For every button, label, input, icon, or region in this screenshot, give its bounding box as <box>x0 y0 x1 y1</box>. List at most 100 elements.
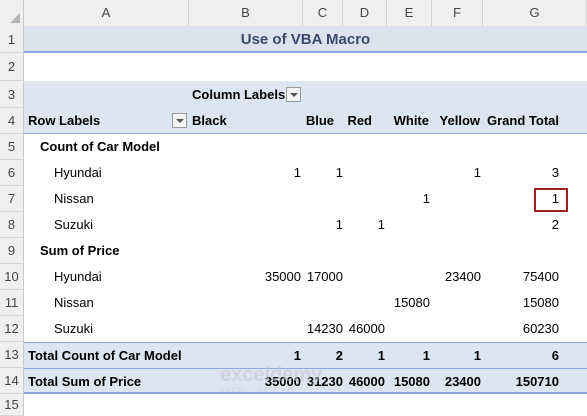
cell-yellow <box>430 212 481 238</box>
row-header-10[interactable]: 10 <box>0 264 24 290</box>
cell-yellow <box>430 316 481 342</box>
row-label: Suzuki <box>54 217 94 232</box>
cell-yellow: 1 <box>473 165 481 180</box>
column-labels-filter-dropdown[interactable] <box>286 87 301 102</box>
cell-red <box>343 186 385 212</box>
cell-yellow: 1 <box>473 348 481 363</box>
cell-blue: 1 <box>335 217 343 232</box>
cell-red: 46000 <box>348 321 385 336</box>
table-row: Nissan 15080 15080 <box>24 290 587 316</box>
table-row: Hyundai 1 1 1 3 <box>24 160 587 186</box>
count-group-label: Count of Car Model <box>40 139 160 154</box>
sum-group-label: Sum of Price <box>40 243 120 258</box>
cell-yellow <box>430 186 481 212</box>
row-header-7[interactable]: 7 <box>0 186 24 212</box>
cell-white <box>385 264 430 290</box>
cell-red <box>343 290 385 316</box>
cell-black <box>224 290 301 316</box>
row-header-5[interactable]: 5 <box>0 134 24 160</box>
cell-white: 15080 <box>393 295 430 310</box>
row-label: Suzuki <box>54 321 94 336</box>
cell-red: 46000 <box>348 374 385 389</box>
cell-grand-total: 75400 <box>522 269 559 284</box>
cell-black <box>224 316 301 342</box>
cell-red: 1 <box>377 348 385 363</box>
column-header-b[interactable]: B <box>189 0 303 26</box>
cell-blue <box>303 290 343 316</box>
cell-black <box>224 186 301 212</box>
row-header-8[interactable]: 8 <box>0 212 24 238</box>
row-header-1[interactable]: 1 <box>0 26 24 53</box>
cell-white: 15080 <box>393 374 430 389</box>
column-header-d[interactable]: D <box>343 0 387 26</box>
cell-red <box>343 264 385 290</box>
watermark-logo: exceldemy EXCEL · DATA · BI <box>220 364 322 394</box>
cell-grand-total: 15080 <box>522 295 559 310</box>
column-header-c[interactable]: C <box>303 0 343 26</box>
column-header-g[interactable]: G <box>483 0 587 26</box>
sheet-title[interactable]: Use of VBA Macro <box>24 26 587 53</box>
row-header-4[interactable]: 4 <box>0 108 24 134</box>
row-header-12[interactable]: 12 <box>0 316 24 342</box>
cell-blue: 17000 <box>306 269 343 284</box>
total-count-label: Total Count of Car Model <box>28 348 182 363</box>
column-header-a[interactable]: A <box>24 0 189 26</box>
sum-group-row: Sum of Price <box>24 238 587 264</box>
cell-white <box>385 212 430 238</box>
cell-grand-total: 3 <box>551 165 559 180</box>
row-header-2[interactable]: 2 <box>0 53 24 81</box>
cell-yellow: 23400 <box>444 269 481 284</box>
select-all-corner[interactable] <box>0 0 24 26</box>
header-yellow: Yellow <box>439 113 480 128</box>
row-header-3[interactable]: 3 <box>0 81 24 108</box>
column-header-f[interactable]: F <box>432 0 483 26</box>
cell-black <box>224 212 301 238</box>
row-header-15[interactable]: 15 <box>0 394 24 416</box>
header-white: White <box>393 113 429 128</box>
cell-white <box>385 316 430 342</box>
cell-white <box>385 160 430 186</box>
cell-black: 1 <box>293 165 301 180</box>
cell-yellow <box>430 290 481 316</box>
row-header-6[interactable]: 6 <box>0 160 24 186</box>
row-labels-header: Row Labels <box>28 113 101 128</box>
header-black: Black <box>192 113 227 128</box>
column-header-bar: A B C D E F G <box>0 0 587 27</box>
cell-grand-total: 2 <box>551 217 559 232</box>
cell-blue: 1 <box>335 165 343 180</box>
count-group-row: Count of Car Model <box>24 134 587 160</box>
cell-grand-total: 6 <box>551 348 559 363</box>
watermark-name: exceldemy <box>220 364 323 386</box>
row-label: Nissan <box>54 191 94 206</box>
cell-black: 35000 <box>264 269 301 284</box>
row-header-9[interactable]: 9 <box>0 238 24 264</box>
cell-red <box>343 160 385 186</box>
row-labels-filter-dropdown[interactable] <box>172 113 187 128</box>
pivot-column-labels-row: Column Labels <box>24 81 587 108</box>
row-header-13[interactable]: 13 <box>0 342 24 368</box>
row-label: Hyundai <box>54 269 102 284</box>
header-red: Red <box>347 113 372 128</box>
cell-grand-total: 150710 <box>515 374 559 389</box>
row-label: Hyundai <box>54 165 102 180</box>
cell-blue: 14230 <box>306 321 343 336</box>
column-header-e[interactable]: E <box>387 0 432 26</box>
cell-grand-total: 60230 <box>522 321 559 336</box>
row-header-11[interactable]: 11 <box>0 290 24 316</box>
header-grand-total: Grand Total <box>487 113 559 128</box>
cell-red: 1 <box>377 217 385 232</box>
row-header-14[interactable]: 14 <box>0 368 24 394</box>
cell-white: 1 <box>422 348 430 363</box>
header-blue: Blue <box>305 113 334 128</box>
total-sum-label: Total Sum of Price <box>28 374 142 389</box>
cell-white: 1 <box>422 191 430 206</box>
table-row: Suzuki 1 1 2 <box>24 212 587 238</box>
column-labels-header: Column Labels <box>192 87 286 102</box>
cell-blue <box>303 186 343 212</box>
table-row: Suzuki 14230 46000 60230 <box>24 316 587 342</box>
table-row: Hyundai 35000 17000 23400 75400 <box>24 264 587 290</box>
cell-yellow: 23400 <box>444 374 481 389</box>
row-label: Nissan <box>54 295 94 310</box>
table-row: Nissan 1 1 <box>24 186 587 212</box>
selected-cell-highlight[interactable] <box>534 188 568 212</box>
